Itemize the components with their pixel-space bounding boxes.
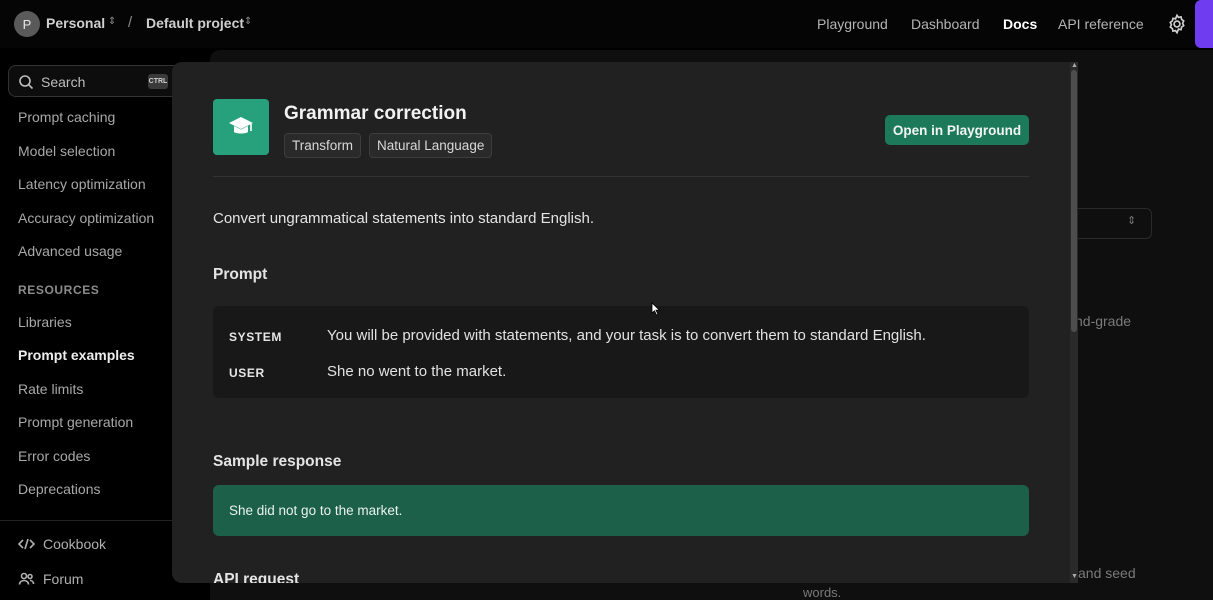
search-input[interactable]: Search CTRL [8, 65, 188, 97]
sidebar-item-accuracy-optimization[interactable]: Accuracy optimization [18, 210, 154, 226]
breadcrumb-separator: / [128, 14, 133, 31]
project-chevron-icon[interactable]: ⇕ [244, 16, 252, 27]
shortcut-key-badge: CTRL [148, 74, 168, 89]
sidebar-item-deprecations[interactable]: Deprecations [18, 481, 101, 497]
system-message: You will be provided with statements, an… [327, 327, 926, 344]
sidebar-item-latency-optimization[interactable]: Latency optimization [18, 176, 146, 192]
background-text-fragment: words. [803, 585, 842, 600]
sidebar-item-error-codes[interactable]: Error codes [18, 448, 90, 464]
scroll-up-arrow-icon[interactable]: ▲ [1071, 62, 1078, 69]
search-label: Search [41, 74, 86, 90]
sample-response-box: She did not go to the market. [213, 485, 1029, 536]
api-request-heading: API request [213, 571, 300, 583]
org-avatar[interactable]: P [14, 11, 40, 37]
sidebar-heading-resources: RESOURCES [18, 283, 100, 297]
graduation-cap-icon [229, 117, 253, 134]
settings-gear-icon[interactable] [1166, 13, 1188, 35]
open-in-playground-button[interactable]: Open in Playground [885, 115, 1029, 145]
assistant-launcher[interactable] [1195, 0, 1213, 48]
cookbook-label: Cookbook [43, 536, 107, 552]
top-bar: P Personal ⇕ / Default project ⇕ Playgro… [0, 0, 1213, 48]
nav-docs[interactable]: Docs [1003, 16, 1037, 32]
sidebar-item-prompt-examples[interactable]: Prompt examples [18, 347, 135, 363]
forum-label: Forum [43, 571, 84, 587]
background-select-chevron-icon: ⇕ [1127, 215, 1137, 227]
code-icon [18, 538, 35, 550]
background-text-fragment: nd-grade [1075, 313, 1132, 329]
org-chevron-icon[interactable]: ⇕ [108, 16, 116, 27]
users-icon [18, 572, 35, 585]
nav-playground[interactable]: Playground [817, 16, 888, 32]
scroll-down-arrow-icon[interactable]: ▼ [1071, 573, 1078, 580]
background-text-fragment: and seed [1078, 565, 1136, 581]
modal-scrollbar-thumb[interactable] [1071, 70, 1077, 332]
sidebar-item-rate-limits[interactable]: Rate limits [18, 381, 83, 397]
role-user: USER [229, 366, 265, 380]
nav-api-reference[interactable]: API reference [1058, 16, 1144, 32]
sidebar-item-prompt-caching[interactable]: Prompt caching [18, 109, 115, 125]
mouse-cursor-icon [651, 302, 661, 316]
sidebar-item-libraries[interactable]: Libraries [18, 314, 72, 330]
sidebar-item-advanced-usage[interactable]: Advanced usage [18, 243, 122, 259]
modal-title: Grammar correction [284, 103, 467, 124]
org-switcher[interactable]: Personal [46, 15, 105, 31]
tag-natural-language: Natural Language [369, 133, 493, 158]
background-select [1068, 208, 1152, 239]
project-switcher[interactable]: Default project [146, 15, 244, 31]
sidebar-link-cookbook[interactable]: Cookbook [18, 536, 106, 552]
sidebar-item-model-selection[interactable]: Model selection [18, 143, 115, 159]
nav-dashboard[interactable]: Dashboard [911, 16, 980, 32]
role-system: SYSTEM [229, 330, 282, 344]
example-description: Convert ungrammatical statements into st… [213, 210, 595, 227]
sidebar-divider [0, 520, 172, 521]
example-icon [213, 99, 269, 155]
modal-divider [213, 176, 1029, 177]
user-message: She no went to the market. [327, 363, 507, 380]
search-icon [19, 75, 34, 90]
example-modal: Grammar correction Transform Natural Lan… [172, 62, 1078, 583]
sidebar-link-forum[interactable]: Forum [18, 571, 83, 587]
sample-response-heading: Sample response [213, 453, 342, 470]
prompt-box: SYSTEM You will be provided with stateme… [213, 306, 1029, 398]
sample-response-text: She did not go to the market. [229, 503, 403, 518]
tag-transform: Transform [284, 133, 362, 158]
sidebar-item-prompt-generation[interactable]: Prompt generation [18, 414, 133, 430]
prompt-heading: Prompt [213, 266, 268, 283]
sidebar: Search CTRL Prompt caching Model selecti… [0, 48, 188, 600]
